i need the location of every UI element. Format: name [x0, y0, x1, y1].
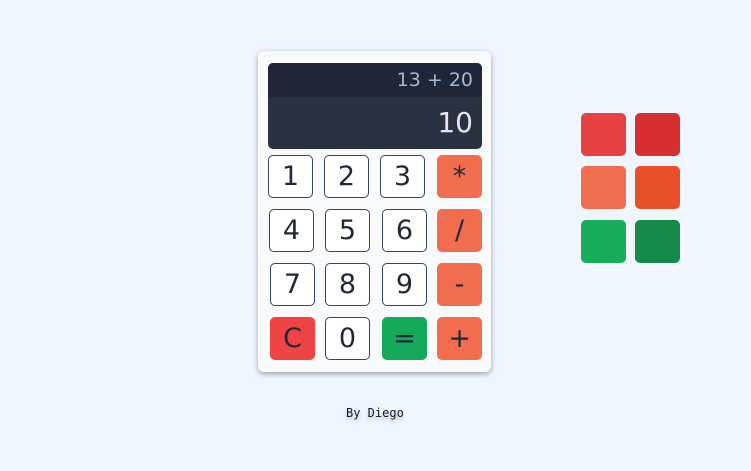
author-credit: By Diego: [346, 406, 404, 420]
color-swatch-4[interactable]: [635, 166, 680, 209]
add-button[interactable]: +: [437, 317, 482, 360]
key-4[interactable]: 4: [269, 209, 314, 252]
key-6[interactable]: 6: [382, 209, 427, 252]
subtract-button[interactable]: -: [437, 263, 482, 306]
key-0[interactable]: 0: [325, 317, 370, 360]
key-5[interactable]: 5: [325, 209, 370, 252]
key-8[interactable]: 8: [325, 263, 370, 306]
key-1[interactable]: 1: [268, 155, 313, 198]
key-3[interactable]: 3: [380, 155, 425, 198]
display-expression: 13 + 20: [268, 63, 482, 97]
color-swatch-6[interactable]: [635, 220, 680, 263]
key-2[interactable]: 2: [324, 155, 369, 198]
calculator: 13 + 20 10 1 2 3 * 4 5 6 / 7 8 9 - C 0 =…: [258, 51, 491, 372]
clear-button[interactable]: C: [270, 317, 315, 360]
divide-button[interactable]: /: [437, 209, 482, 252]
key-9[interactable]: 9: [382, 263, 427, 306]
display-result: 10: [437, 106, 473, 139]
color-swatch-5[interactable]: [581, 220, 626, 263]
key-7[interactable]: 7: [270, 263, 315, 306]
color-swatch-3[interactable]: [581, 166, 626, 209]
multiply-button[interactable]: *: [437, 155, 482, 198]
color-swatch-1[interactable]: [581, 113, 626, 156]
color-swatch-2[interactable]: [635, 113, 680, 156]
display: 13 + 20 10: [268, 63, 482, 149]
equals-button[interactable]: =: [382, 317, 427, 360]
